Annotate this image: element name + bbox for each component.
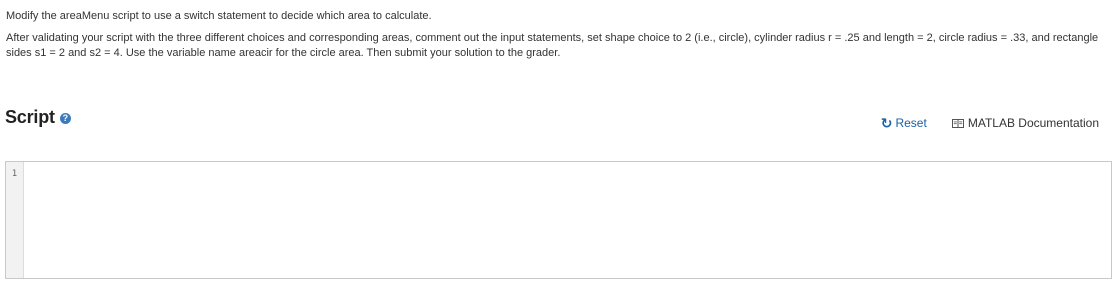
- matlab-documentation-label: MATLAB Documentation: [967, 116, 1099, 130]
- reset-button[interactable]: ↻ Reset: [881, 116, 927, 130]
- page: Modify the areaMenu script to use a swit…: [0, 0, 1119, 287]
- code-editor[interactable]: 1: [5, 161, 1112, 279]
- code-input-area[interactable]: [24, 162, 1111, 278]
- instructions-paragraph-2: After validating your script with the th…: [6, 32, 1099, 59]
- book-icon: [951, 118, 964, 128]
- refresh-icon: ↻: [880, 115, 893, 131]
- script-toolbar: ↻ Reset MATLAB Documentation: [881, 116, 1099, 130]
- script-header: Script ?: [5, 107, 71, 128]
- problem-instructions: Modify the areaMenu script to use a swit…: [6, 9, 1106, 61]
- line-number-gutter: 1: [6, 162, 24, 278]
- matlab-documentation-button[interactable]: MATLAB Documentation: [951, 116, 1099, 130]
- question-circle-icon[interactable]: ?: [59, 112, 71, 124]
- instructions-paragraph-1: Modify the areaMenu script to use a swit…: [6, 10, 432, 22]
- reset-label: Reset: [895, 116, 927, 130]
- script-title: Script: [5, 107, 55, 127]
- line-number: 1: [11, 169, 18, 179]
